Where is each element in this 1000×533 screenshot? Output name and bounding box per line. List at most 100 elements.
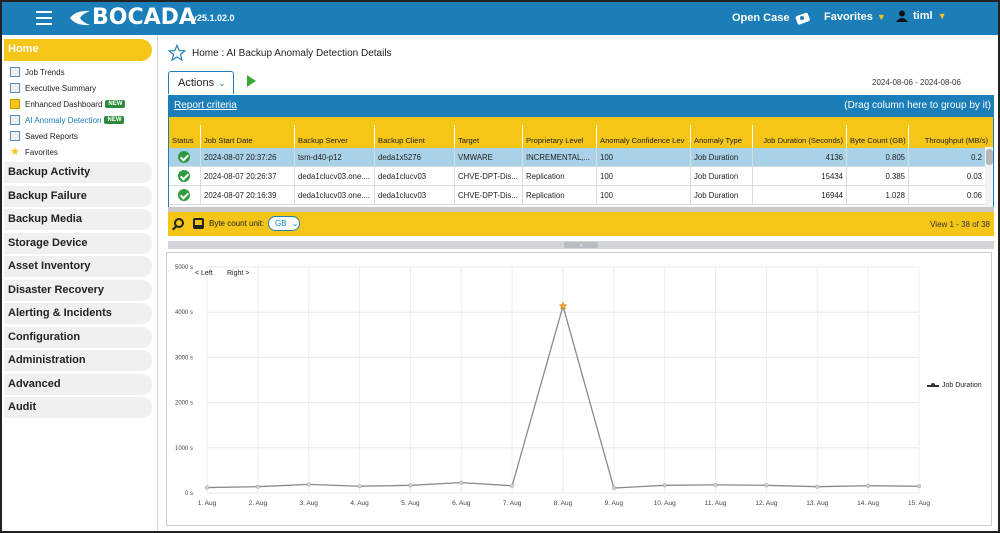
new-badge: NEW [104, 116, 125, 124]
export-icon[interactable] [193, 218, 204, 229]
byte-unit-value: GB [275, 219, 287, 228]
menu-icon[interactable] [36, 11, 52, 25]
sidebar-item-disaster-recovery[interactable]: Disaster Recovery [4, 280, 152, 301]
sidebar-item-enhanced-dashboard[interactable]: Enhanced Dashboard NEW [10, 96, 155, 112]
backup-client-cell: deda1clucv03 [375, 167, 455, 186]
confidence-cell: 100 [597, 148, 691, 167]
x-tick-label: 5. Aug [401, 500, 420, 507]
sidebar-item-backup-failure[interactable]: Backup Failure [4, 186, 152, 207]
report-criteria-link[interactable]: Report criteria [174, 100, 237, 111]
home-subitems: Job Trends Executive Summary Enhanced Da… [10, 64, 155, 160]
throughput-cell: 0.2 [971, 153, 982, 162]
sidebar-item-asset-inventory[interactable]: Asset Inventory [4, 256, 152, 277]
x-tick-label: 9. Aug [605, 500, 624, 507]
user-icon [896, 10, 908, 22]
table-row[interactable]: 2024-08-07 20:26:37 deda1clucv03.one....… [169, 167, 985, 186]
backup-client-cell: deda1x5276 [375, 148, 455, 167]
anomaly-type-cell: Job Duration [691, 186, 753, 205]
chart-nav-right[interactable]: Right > [227, 270, 249, 277]
sidebar-item-label: Executive Summary [25, 83, 97, 93]
backup-server-cell: deda1clucv03.one.... [295, 186, 375, 205]
duration-cell: 4136 [753, 148, 847, 167]
sidebar-item-home[interactable]: Home [4, 39, 152, 61]
x-tick-label: 2. Aug [249, 500, 268, 507]
x-tick-label: 8. Aug [554, 500, 573, 507]
chevron-down-icon: ▼ [876, 12, 886, 22]
grid-footer: Byte count unit: GB ⌄ View 1 - 38 of 38 [168, 212, 994, 236]
grid-vertical-scrollbar[interactable] [985, 147, 993, 207]
panel-splitter[interactable]: ⌄ [168, 241, 994, 249]
confidence-cell: 100 [597, 167, 691, 186]
ai-anomaly-icon [10, 115, 20, 125]
data-point [815, 484, 820, 489]
anomaly-type-cell: Job Duration [691, 148, 753, 167]
user-menu[interactable]: timl ▼ [896, 10, 946, 22]
sidebar-item-executive-summary[interactable]: Executive Summary [10, 80, 155, 96]
sidebar-item-job-trends[interactable]: Job Trends [10, 64, 155, 80]
user-name: timl [913, 10, 933, 22]
sidebar-item-configuration[interactable]: Configuration [4, 327, 152, 348]
y-tick-label: 5000 s [175, 265, 193, 271]
version-label: v25.1.02.0 [192, 13, 235, 23]
backup-server-cell: deda1clucv03.one.... [295, 167, 375, 186]
table-row[interactable]: 2024-08-07 20:37:26 tsm-d40-p12 deda1x52… [169, 148, 985, 167]
search-icon[interactable] [174, 218, 184, 228]
duration-cell: 15434 [753, 167, 847, 186]
sidebar-item-backup-media[interactable]: Backup Media [4, 209, 152, 230]
sidebar-item-administration[interactable]: Administration [4, 350, 152, 371]
sidebar-item-ai-anomaly-detection[interactable]: AI Anomaly Detection NEW [10, 112, 155, 128]
x-tick-label: 6. Aug [452, 500, 471, 507]
data-point [611, 485, 616, 491]
group-by-drop-zone[interactable]: (Drag column here to group by it) [844, 100, 991, 111]
x-tick-label: 12. Aug [755, 500, 777, 507]
sidebar-item-label: Job Trends [25, 67, 65, 77]
bocada-logo[interactable]: BOCADA [68, 6, 196, 30]
favorite-star-icon[interactable] [168, 44, 186, 62]
data-point [408, 483, 413, 488]
sidebar-item-storage-device[interactable]: Storage Device [4, 233, 152, 254]
collapse-handle-icon[interactable]: ⌄ [564, 242, 598, 248]
results-grid: Status Job Start Date Backup Server Back… [168, 117, 994, 210]
level-cell: Replication [523, 167, 597, 186]
backup-server-cell: tsm-d40-p12 [295, 148, 375, 167]
status-cell [169, 148, 201, 167]
job-start-cell: 2024-08-07 20:37:26 [201, 148, 295, 167]
x-tick-label: 11. Aug [705, 500, 727, 507]
duration-cell: 16944 [753, 186, 847, 205]
data-point [204, 485, 210, 490]
scrollbar-thumb[interactable] [986, 149, 993, 165]
run-report-icon[interactable] [247, 75, 256, 87]
backup-client-cell: deda1clucv03 [375, 186, 455, 205]
byte-count-cell: 1.028 [847, 186, 909, 205]
byte-unit-select[interactable]: GB ⌄ [268, 216, 300, 231]
sidebar-item-favorites[interactable]: ★ Favorites [10, 144, 155, 160]
legend-label: Job Duration [942, 382, 982, 389]
data-point [510, 483, 515, 488]
sidebar-item-saved-reports[interactable]: Saved Reports [10, 128, 155, 144]
x-tick-label: 13. Aug [806, 500, 828, 507]
chart-legend-item[interactable]: Job Duration [927, 382, 982, 389]
status-cell [169, 167, 201, 186]
x-tick-label: 10. Aug [654, 500, 676, 507]
page-title: Home : AI Backup Anomaly Detection Detai… [192, 47, 392, 59]
sidebar-item-backup-activity[interactable]: Backup Activity [4, 162, 152, 183]
sidebar-item-label: Saved Reports [25, 131, 78, 141]
chart-nav-left[interactable]: < Left [195, 270, 213, 277]
date-range: 2024-08-06 - 2024-08-06 [872, 78, 961, 87]
sidebar-item-advanced[interactable]: Advanced [4, 374, 152, 395]
chevron-down-icon: ▼ [937, 11, 947, 21]
top-bar: BOCADA v25.1.02.0 Open Case Favorites ▼ … [2, 2, 998, 35]
success-check-icon [178, 189, 190, 201]
job-start-cell: 2024-08-07 20:16:39 [201, 186, 295, 205]
sidebar-item-alerting-incidents[interactable]: Alerting & Incidents [4, 303, 152, 324]
actions-menu-button[interactable]: Actions ⌄ [168, 71, 234, 94]
data-point [357, 484, 362, 489]
favorites-menu[interactable]: Favorites ▼ [824, 11, 886, 23]
table-row[interactable]: 2024-08-07 20:16:39 deda1clucv03.one....… [169, 186, 985, 205]
level-cell: INCREMENTAL,... [523, 148, 597, 167]
x-tick-label: 4. Aug [350, 500, 369, 507]
job-trends-icon [10, 67, 20, 77]
sidebar-item-audit[interactable]: Audit [4, 397, 152, 418]
throughput-cell: 0.06 [966, 191, 982, 200]
open-case-button[interactable]: Open Case [732, 11, 811, 25]
